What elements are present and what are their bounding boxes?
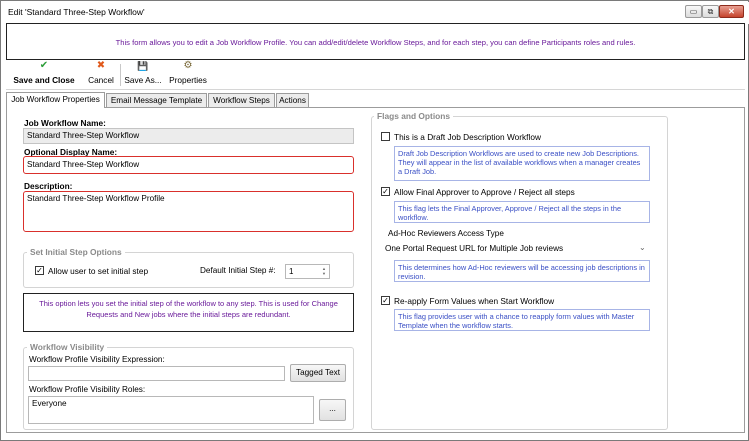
default-initial-step-label: Default Initial Step #: bbox=[200, 266, 276, 275]
reapply-form-values-label: Re-apply Form Values when Start Workflow bbox=[394, 296, 555, 306]
default-initial-step-value: 1 bbox=[289, 267, 294, 276]
draft-workflow-checkbox[interactable] bbox=[381, 132, 390, 141]
allow-initial-step-checkbox[interactable]: ✓ bbox=[35, 266, 44, 275]
adhoc-access-label: Ad-Hoc Reviewers Access Type bbox=[388, 229, 504, 238]
tab-strip: Job Workflow Properties Email Message Te… bbox=[6, 92, 745, 108]
maximize-button[interactable]: ⧉ bbox=[702, 5, 719, 18]
check-icon: ✔ bbox=[39, 60, 49, 71]
flags-options-group-title: Flags and Options bbox=[374, 111, 454, 121]
draft-workflow-hint: Draft Job Description Workflows are used… bbox=[394, 146, 650, 181]
floppy-disk-icon: 💾 bbox=[137, 61, 149, 71]
final-approver-hint: This flag lets the Final Approver, Appro… bbox=[394, 201, 650, 223]
visibility-roles-label: Workflow Profile Visibility Roles: bbox=[29, 385, 146, 394]
properties-button[interactable]: ⚙ Properties bbox=[168, 60, 208, 90]
tab-actions[interactable]: Actions bbox=[276, 93, 309, 108]
visibility-expression-input[interactable] bbox=[28, 366, 285, 381]
display-name-input[interactable]: Standard Three-Step Workflow bbox=[23, 156, 354, 174]
toolbar-separator bbox=[120, 64, 121, 86]
default-initial-step-spinner[interactable]: 1 ▲ ▼ bbox=[285, 264, 330, 279]
final-approver-label: Allow Final Approver to Approve / Reject… bbox=[394, 187, 575, 197]
tab-content-panel: Job Workflow Name: Standard Three-Step W… bbox=[6, 107, 745, 433]
tab-workflow-steps[interactable]: Workflow Steps bbox=[208, 93, 275, 108]
save-and-close-button[interactable]: ✔ Save and Close bbox=[12, 60, 76, 90]
draft-workflow-label: This is a Draft Job Description Workflow bbox=[394, 132, 541, 142]
tab-job-workflow-properties[interactable]: Job Workflow Properties bbox=[6, 92, 105, 108]
toolbar: ✔ Save and Close ✖ Cancel 💾 Save As... ⚙… bbox=[6, 60, 745, 90]
chevron-down-icon[interactable]: ⌄ bbox=[639, 243, 646, 252]
cancel-icon: ✖ bbox=[96, 60, 106, 71]
description-label: Description: bbox=[24, 181, 73, 191]
reapply-form-values-hint: This flag provides user with a chance to… bbox=[394, 309, 650, 331]
allow-initial-step-label: Allow user to set initial step bbox=[48, 266, 149, 276]
cancel-button[interactable]: ✖ Cancel bbox=[86, 60, 116, 90]
roles-browse-button[interactable]: ... bbox=[319, 399, 346, 421]
initial-step-group-title: Set Initial Step Options bbox=[27, 247, 125, 257]
save-and-close-label: Save and Close bbox=[13, 75, 75, 85]
workflow-name-field: Standard Three-Step Workflow bbox=[23, 128, 354, 144]
visibility-roles-field[interactable]: Everyone bbox=[28, 396, 314, 424]
window-title: Edit 'Standard Three-Step Workflow' bbox=[8, 7, 145, 17]
save-as-button[interactable]: 💾 Save As... bbox=[123, 60, 163, 90]
minimize-button[interactable]: ▭ bbox=[685, 5, 702, 18]
close-button[interactable]: ✕ bbox=[719, 5, 744, 18]
visibility-expression-label: Workflow Profile Visibility Expression: bbox=[29, 355, 165, 364]
tagged-text-button[interactable]: Tagged Text bbox=[290, 364, 346, 382]
final-approver-checkbox[interactable]: ✓ bbox=[381, 187, 390, 196]
properties-icon: ⚙ bbox=[183, 60, 193, 71]
spinner-arrows-icon[interactable]: ▲ ▼ bbox=[320, 266, 328, 276]
info-banner: This form allows you to edit a Job Workf… bbox=[6, 23, 745, 60]
properties-label: Properties bbox=[169, 75, 207, 85]
reapply-form-values-checkbox[interactable]: ✓ bbox=[381, 296, 390, 305]
cancel-label: Cancel bbox=[88, 75, 114, 85]
info-banner-text: This form allows you to edit a Job Workf… bbox=[115, 38, 636, 47]
title-bar: Edit 'Standard Three-Step Workflow' ▭ ⧉ … bbox=[2, 2, 749, 24]
adhoc-access-hint: This determines how Ad-Hoc reviewers wil… bbox=[394, 260, 650, 282]
adhoc-access-value: One Portal Request URL for Multiple Job … bbox=[385, 244, 564, 253]
save-as-label: Save As... bbox=[124, 75, 162, 85]
adhoc-access-dropdown[interactable]: One Portal Request URL for Multiple Job … bbox=[381, 241, 652, 257]
workflow-name-label: Job Workflow Name: bbox=[24, 118, 106, 128]
visibility-group-title: Workflow Visibility bbox=[27, 342, 108, 352]
description-textarea[interactable]: Standard Three-Step Workflow Profile bbox=[23, 191, 354, 232]
tab-email-message-template[interactable]: Email Message Template bbox=[106, 93, 207, 108]
edit-workflow-window: Edit 'Standard Three-Step Workflow' ▭ ⧉ … bbox=[0, 0, 749, 441]
initial-step-note: This option lets you set the initial ste… bbox=[23, 293, 354, 332]
